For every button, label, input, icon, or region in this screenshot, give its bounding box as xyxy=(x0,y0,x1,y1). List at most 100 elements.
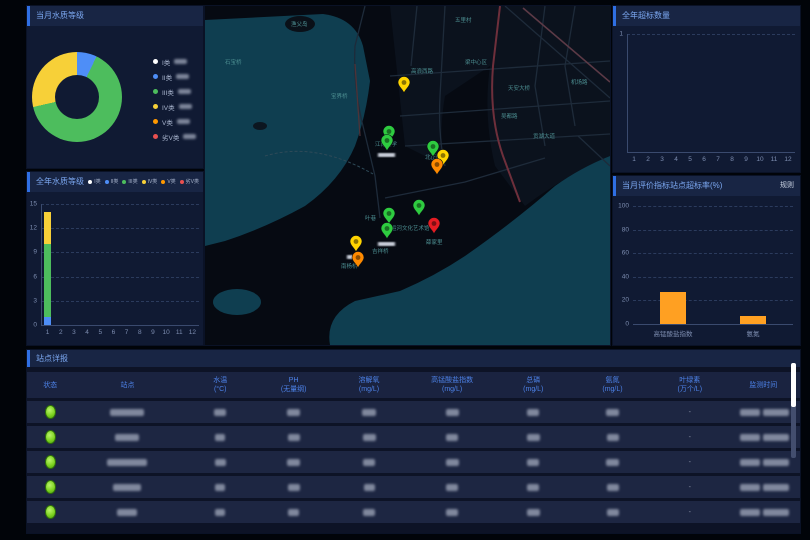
panel-title-annual-exceed: 全年超标数量 xyxy=(613,6,800,26)
time-cell xyxy=(727,509,800,516)
chlorophyll-placeholder: - xyxy=(689,484,691,491)
column-header-line1: PH xyxy=(289,376,299,385)
table-row[interactable]: - xyxy=(27,401,800,423)
station-name-redacted xyxy=(110,409,144,416)
value-cell xyxy=(495,509,572,516)
legend-dot xyxy=(88,180,92,184)
legend-item[interactable]: I类 xyxy=(153,54,196,69)
gridline xyxy=(633,253,793,254)
column-header-line2: (万个/L) xyxy=(678,385,703,394)
value-redacted xyxy=(446,409,459,416)
value-cell xyxy=(410,509,495,516)
gridline xyxy=(41,277,199,278)
time-redacted xyxy=(740,484,760,491)
legend-item[interactable]: V类 xyxy=(161,172,175,192)
value-cell xyxy=(182,434,259,441)
rule-link[interactable]: 规则 xyxy=(780,176,794,196)
legend-count-redacted xyxy=(183,134,196,139)
column-header-line1: 总磷 xyxy=(526,376,540,385)
legend-item[interactable]: IV类 xyxy=(153,99,196,114)
y-tick-label: 20 xyxy=(613,297,629,304)
legend-item[interactable]: 劣V类 xyxy=(180,172,199,192)
panel-monthly-rate: 当月评价指标站点超标率(%) 规则 020406080100高锰酸盐指数氨氮 xyxy=(613,176,800,345)
map-pin-label-redacted xyxy=(378,153,395,157)
annual-stacked-bar-chart: 03691215123456789101112 xyxy=(27,192,203,345)
donut-hole xyxy=(55,75,99,119)
time-redacted xyxy=(763,509,789,516)
legend-item[interactable]: V类 xyxy=(153,114,196,129)
x-axis-line xyxy=(41,325,199,326)
map-place-label: 宝界桥 xyxy=(331,92,348,100)
legend-label: V类 xyxy=(162,117,173,127)
legend-item[interactable]: I类 xyxy=(88,172,100,192)
station-cell xyxy=(73,509,181,516)
y-tick-label: 3 xyxy=(27,297,37,304)
value-redacted xyxy=(364,484,375,491)
y-tick-label: 15 xyxy=(27,201,37,208)
panel-annual-quality: 全年水质等级 I类II类III类IV类V类劣V类 036912151234567… xyxy=(27,172,203,345)
column-header-line1: 监测时间 xyxy=(749,381,777,390)
value-redacted xyxy=(215,459,226,466)
value-redacted xyxy=(446,509,458,516)
value-redacted xyxy=(288,509,299,516)
status-dot-normal xyxy=(45,405,56,419)
gridline xyxy=(633,300,793,301)
column-header-line1: 溶解氧 xyxy=(359,376,380,385)
value-cell xyxy=(495,459,572,466)
donut-legend: I类 II类 III类IV类 V类劣V类 xyxy=(153,54,196,144)
legend-dot xyxy=(153,89,158,94)
panel-title-station-report: 站点详报 xyxy=(27,350,800,367)
legend-item[interactable]: III类 xyxy=(122,172,137,192)
legend-dot xyxy=(142,180,146,184)
column-header-6: 高锰酸盐指数(mg/L) xyxy=(410,376,495,394)
chlorophyll-placeholder: - xyxy=(689,409,691,416)
value-redacted xyxy=(607,484,619,491)
value-cell xyxy=(572,509,653,516)
map-place-label: 天安大桥 xyxy=(508,84,531,92)
legend-dot xyxy=(153,104,158,109)
legend-dot xyxy=(105,180,109,184)
value-redacted xyxy=(527,509,540,516)
value-cell xyxy=(182,409,259,416)
table-row[interactable]: - xyxy=(27,426,800,448)
legend-item[interactable]: 劣V类 xyxy=(153,129,196,144)
stacked-bar-segment xyxy=(44,317,51,325)
dashboard-root: 当月水质等级 I类II类III类IV类V类劣V类 全年水质等级 I类II类III… xyxy=(0,0,810,540)
time-redacted xyxy=(763,434,789,441)
value-cell xyxy=(328,484,409,491)
value-redacted xyxy=(363,509,375,516)
y-tick-label: 60 xyxy=(613,250,629,257)
table-row[interactable]: - xyxy=(27,501,800,523)
scrollbar-thumb[interactable] xyxy=(791,363,796,407)
legend-item[interactable]: II类 xyxy=(105,172,119,192)
stacked-bar-segment xyxy=(44,244,51,317)
legend-label: 劣V类 xyxy=(162,132,179,142)
legend-item[interactable]: IV类 xyxy=(142,172,158,192)
time-redacted xyxy=(740,509,760,516)
gridline xyxy=(627,34,795,35)
legend-label: II类 xyxy=(162,72,172,82)
table-row[interactable]: - xyxy=(27,451,800,473)
time-redacted xyxy=(763,484,789,491)
map[interactable]: 石宝桥渔父岛宝界桥高浪西路江南大学北正街五里村梁中心区天安大桥机场路吴都路贡湖大… xyxy=(205,6,610,345)
stacked-bar-segment xyxy=(44,212,51,244)
legend-dot xyxy=(180,180,184,184)
map-canvas[interactable]: 石宝桥渔父岛宝界桥高浪西路江南大学北正街五里村梁中心区天安大桥机场路吴都路贡湖大… xyxy=(205,6,610,345)
chlorophyll-cell: - xyxy=(653,409,726,416)
status-cell xyxy=(27,405,73,419)
legend-item[interactable]: II类 xyxy=(153,69,196,84)
map-pond xyxy=(213,289,261,315)
panel-monthly-quality: 当月水质等级 I类II类III类IV类V类劣V类 xyxy=(27,6,203,168)
chlorophyll-cell: - xyxy=(653,459,726,466)
table-row[interactable]: - xyxy=(27,476,800,498)
x-axis-line xyxy=(627,152,795,153)
map-islet xyxy=(253,122,267,130)
map-place-label: 叶巷 xyxy=(365,214,377,222)
gridline xyxy=(41,301,199,302)
legend-count-redacted xyxy=(176,74,189,79)
column-header-3: 水温(°C) xyxy=(182,376,259,394)
gridline xyxy=(633,277,793,278)
value-redacted xyxy=(606,409,619,416)
legend-item[interactable]: III类 xyxy=(153,84,196,99)
column-header-line1: 站点 xyxy=(120,381,134,390)
